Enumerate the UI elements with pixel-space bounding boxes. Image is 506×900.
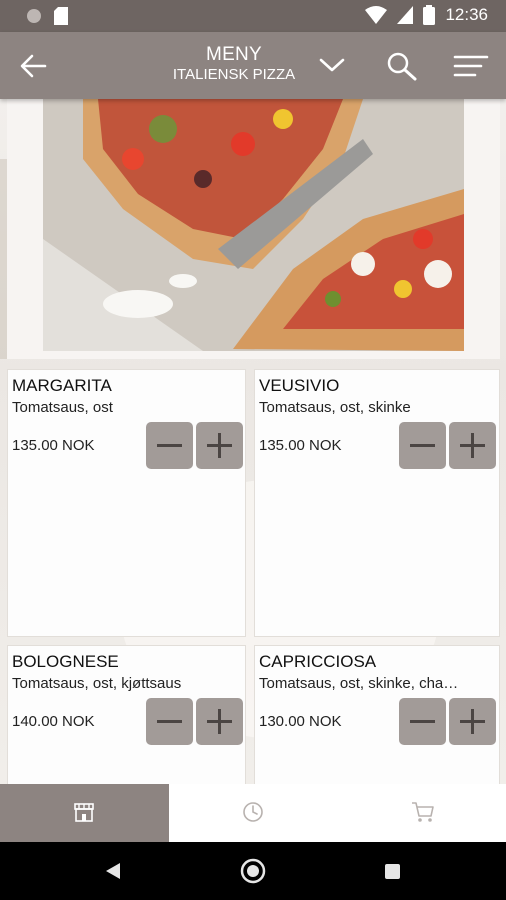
sd-card-icon xyxy=(54,7,68,25)
menu-item-name: BOLOGNESE xyxy=(12,652,119,671)
menu-item-price: 130.00 NOK xyxy=(259,713,342,730)
back-triangle-icon[interactable] xyxy=(104,861,122,881)
quantity-stepper xyxy=(146,422,243,469)
tab-menu[interactable] xyxy=(0,784,169,842)
notification-dot-icon xyxy=(27,9,41,23)
increase-button[interactable] xyxy=(196,698,243,745)
search-icon[interactable] xyxy=(386,51,418,81)
decrease-button[interactable] xyxy=(146,698,193,745)
decrease-button[interactable] xyxy=(399,422,446,469)
menu-item-price: 135.00 NOK xyxy=(12,437,95,454)
menu-item-name: CAPRICCIOSA xyxy=(259,652,377,671)
battery-icon xyxy=(423,5,436,25)
menu-item-description: Tomatsaus, ost xyxy=(12,399,113,416)
quantity-stepper xyxy=(399,422,496,469)
pizza-photo xyxy=(43,99,464,351)
menu-item-card[interactable]: MARGARITA Tomatsaus, ost 135.00 NOK xyxy=(7,369,246,637)
cart-icon xyxy=(412,802,434,822)
minus-icon xyxy=(410,720,435,723)
menu-item-name: MARGARITA xyxy=(12,376,112,395)
clock-icon xyxy=(243,802,263,822)
store-icon xyxy=(74,803,94,822)
increase-button[interactable] xyxy=(449,698,496,745)
status-bar: 12:36 xyxy=(0,0,506,32)
minus-icon xyxy=(157,720,182,723)
app-bar: MENY ITALIENSK PIZZA xyxy=(0,32,506,99)
clock-time: 12:36 xyxy=(445,5,488,24)
recents-square-icon[interactable] xyxy=(384,863,401,880)
menu-item-price: 135.00 NOK xyxy=(259,437,342,454)
increase-button[interactable] xyxy=(196,422,243,469)
quantity-stepper xyxy=(146,698,243,745)
menu-item-card[interactable]: VEUSIVIO Tomatsaus, ost, skinke 135.00 N… xyxy=(254,369,500,637)
wifi-icon xyxy=(365,6,388,24)
decrease-button[interactable] xyxy=(399,698,446,745)
menu-category-selector[interactable]: MENY ITALIENSK PIZZA xyxy=(134,44,334,84)
menu-item-description: Tomatsaus, ost, skinke, cha… xyxy=(259,675,459,692)
minus-icon xyxy=(410,444,435,447)
system-navigation-bar xyxy=(0,842,506,900)
menu-item-description: Tomatsaus, ost, kjøttsaus xyxy=(12,675,182,692)
minus-icon xyxy=(157,444,182,447)
menu-item-name: VEUSIVIO xyxy=(259,376,340,395)
tab-cart[interactable] xyxy=(338,784,506,842)
arrow-left-icon[interactable] xyxy=(18,52,48,80)
decrease-button[interactable] xyxy=(146,422,193,469)
menu-item-card[interactable]: CAPRICCIOSA Tomatsaus, ost, skinke, cha…… xyxy=(254,645,500,784)
quantity-stepper xyxy=(399,698,496,745)
increase-button[interactable] xyxy=(449,422,496,469)
page-subtitle: ITALIENSK PIZZA xyxy=(172,66,296,83)
menu-lines-icon[interactable] xyxy=(453,52,489,80)
tab-history[interactable] xyxy=(169,784,338,842)
chevron-down-icon[interactable] xyxy=(318,54,346,76)
menu-content[interactable]: MARGARITA Tomatsaus, ost 135.00 NOK VEUS… xyxy=(0,99,506,784)
menu-item-price: 140.00 NOK xyxy=(12,713,95,730)
signal-icon xyxy=(397,6,414,24)
home-circle-icon[interactable] xyxy=(240,858,266,884)
page-title: MENY xyxy=(205,44,263,65)
bottom-tab-bar xyxy=(0,784,506,842)
menu-item-card[interactable]: BOLOGNESE Tomatsaus, ost, kjøttsaus 140.… xyxy=(7,645,246,784)
menu-item-description: Tomatsaus, ost, skinke xyxy=(259,399,411,416)
category-banner xyxy=(7,99,500,359)
